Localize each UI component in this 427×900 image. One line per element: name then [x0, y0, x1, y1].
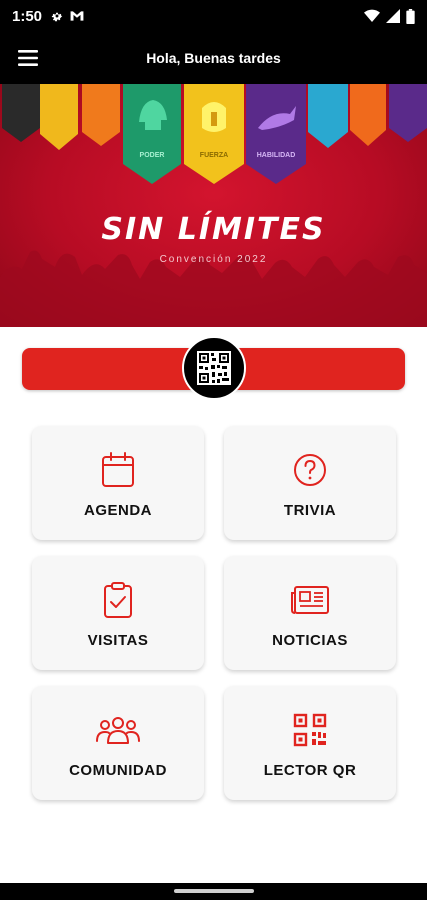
qr-scanner-icon [293, 713, 327, 746]
menu-card-label: COMUNIDAD [69, 761, 167, 779]
pennant-fuerza [184, 84, 244, 184]
pennant-habilidad [246, 84, 306, 184]
menu-card-label: LECTOR QR [263, 761, 357, 779]
menu-card-trivia[interactable]: TRIVIA [224, 426, 396, 540]
menu-card-visitas[interactable]: VISITAS [32, 556, 204, 670]
pennant-black [2, 84, 40, 142]
home-gesture-handle[interactable] [174, 889, 254, 893]
app-screen: 1:50 Hola, Buenas tardes PODER FUERZA HA… [0, 0, 427, 900]
hamburger-menu-icon [18, 50, 38, 66]
app-title: Hola, Buenas tardes [146, 50, 281, 66]
gear-icon [51, 12, 63, 22]
banner-title: SIN LÍMITES [101, 212, 326, 247]
calendar-icon [102, 451, 134, 487]
app-bar: Hola, Buenas tardes [0, 32, 427, 84]
pennant-poder [123, 84, 181, 184]
question-circle-icon [294, 453, 326, 486]
pennant-yellow [40, 84, 78, 150]
pennant-label-fuerza: FUERZA [199, 152, 229, 159]
gmail-icon [70, 11, 84, 21]
community-group-icon [96, 716, 140, 744]
pennant-lightblue [308, 84, 348, 148]
banner-subtitle: Convención 2022 [159, 254, 268, 265]
pennant-label-habilidad: HABILIDAD [256, 152, 296, 159]
menu-card-lector-qr[interactable]: LECTOR QR [224, 686, 396, 800]
wifi-icon [364, 9, 380, 22]
menu-card-label: AGENDA [83, 501, 152, 519]
pennant-orange [82, 84, 120, 146]
status-time: 1:50 [12, 7, 43, 25]
newspaper-icon [291, 585, 329, 614]
menu-card-agenda[interactable]: AGENDA [32, 426, 204, 540]
pennant-orange-2 [350, 84, 386, 146]
clipboard-check-icon [104, 581, 132, 618]
battery-icon [406, 8, 415, 24]
convention-banner: PODER FUERZA HABILIDAD SIN LÍMITES Conve… [0, 84, 427, 327]
signal-icon [386, 9, 400, 23]
status-bar: 1:50 [0, 0, 427, 32]
menu-button[interactable] [0, 32, 56, 84]
pennant-purple [389, 84, 427, 142]
menu-card-label: NOTICIAS [272, 631, 348, 649]
menu-card-comunidad[interactable]: COMUNIDAD [32, 686, 204, 800]
qr-code-button[interactable] [182, 336, 246, 400]
qr-code-icon [197, 351, 231, 385]
menu-card-label: VISITAS [87, 631, 149, 649]
menu-card-label: TRIVIA [283, 501, 337, 519]
menu-card-noticias[interactable]: NOTICIAS [224, 556, 396, 670]
pennant-label-poder: PODER [139, 152, 165, 159]
